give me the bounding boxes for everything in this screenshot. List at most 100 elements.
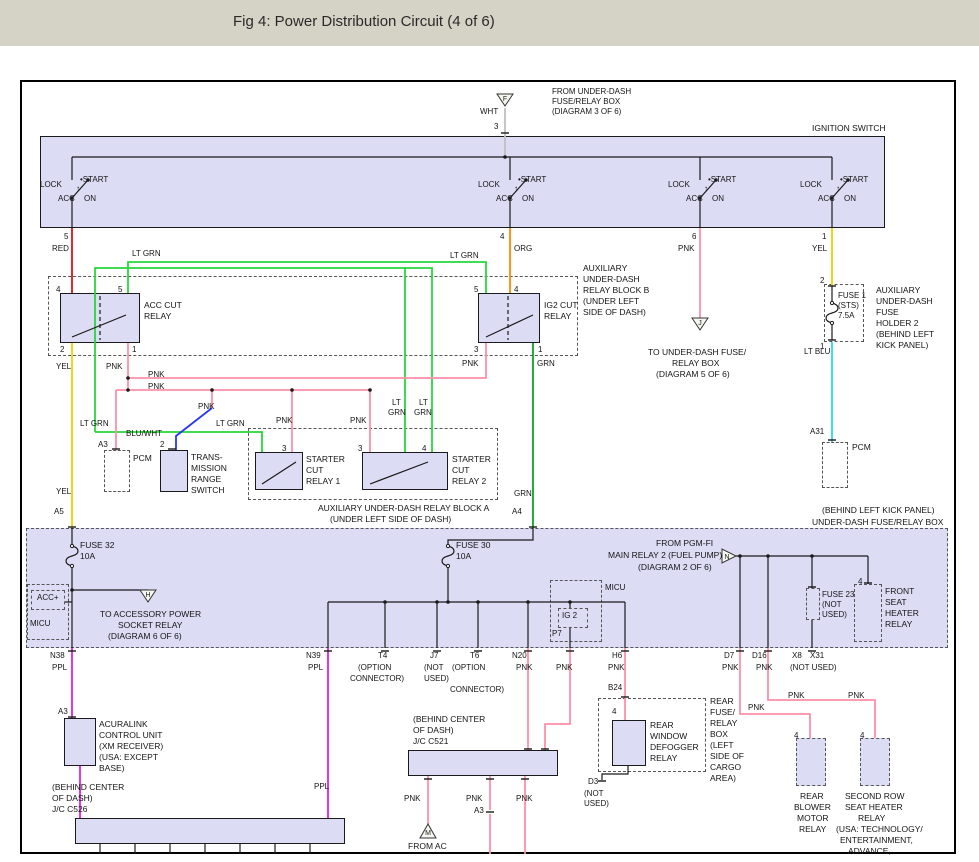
diagram-label: (DIAGRAM 2 OF 6) (638, 563, 712, 572)
diagram-label: YEL (56, 363, 71, 371)
diagram-label: ON (712, 195, 724, 203)
diagram-label: 2 (60, 346, 64, 354)
diagram-label: BASE) (99, 764, 125, 773)
diagram-label: (STS) (838, 302, 859, 310)
diagram-label: REAR (800, 792, 824, 801)
diagram-label: 10A (80, 552, 95, 561)
diagram-label: OF DASH) (413, 726, 454, 735)
diagram-label: LOCK (40, 181, 62, 189)
diagram-label: GRN (514, 490, 532, 498)
diagram-label: (NOT USED) (790, 664, 837, 672)
diagram-label: (BEHIND LEFT KICK PANEL) (822, 506, 935, 515)
diagram-label: N39 (306, 652, 321, 660)
diagram-label: ACC+ (37, 594, 59, 602)
diagram-label: MAIN RELAY 2 (FUEL PUMP) (608, 551, 722, 560)
diagram-label: (DIAGRAM 3 OF 6) (552, 108, 621, 116)
diagram-label: ↑ (76, 185, 80, 193)
diagram-label: 4 (500, 233, 504, 241)
diagram-label: 2 (160, 441, 164, 449)
diagram-label: IGNITION SWITCH (812, 124, 886, 133)
diagram-label: PNK (516, 795, 532, 803)
diagram-label: RELAY (710, 719, 737, 728)
diagram-label: (BEHIND LEFT (876, 330, 934, 339)
diagram-label: ACC (818, 195, 835, 203)
diagram-label: H6 (612, 652, 622, 660)
diagram-label: FROM PGM-FI (656, 539, 713, 548)
diagram-label: PNK (722, 664, 738, 672)
diagram-label: STARTER (452, 455, 491, 464)
diagram-label: 3 (358, 445, 362, 453)
diagram-label: LT GRN (132, 250, 161, 258)
diagram-label: 4 (612, 708, 616, 716)
diagram-label: MICU (605, 584, 625, 592)
diagram-label: TRANS- (191, 453, 223, 462)
diagram-label: 3 (282, 445, 286, 453)
diagram-label: LT GRN (80, 420, 109, 428)
diagram-label: 4 (422, 445, 426, 453)
diagram-label: 10A (456, 552, 471, 561)
diagram-label: PNK (350, 417, 366, 425)
diagram-label: DEFOGGER (650, 743, 699, 752)
diagram-label: CARGO (710, 763, 741, 772)
diagram-label: PNK (462, 360, 478, 368)
diagram-label: AUXILIARY UNDER-DASH RELAY BLOCK A (318, 504, 489, 513)
diagram-label: 5 (474, 286, 478, 294)
diagram-label: FROM AC (408, 842, 447, 851)
diagram-label: ON (84, 195, 96, 203)
diagram-label: 1 (132, 346, 136, 354)
diagram-label: 4 (794, 732, 798, 740)
diagram-label: PNK (404, 795, 420, 803)
diagram-label: SIDE OF (710, 752, 744, 761)
diagram-label: ACC (686, 195, 703, 203)
diagram-label: 4 (56, 286, 60, 294)
diagram-label: (OPTION (452, 664, 485, 672)
diagram-label: PNK (198, 403, 214, 411)
diagram-label: CONTROL UNIT (99, 731, 162, 740)
diagram-label: RELAY 1 (306, 477, 340, 486)
diagram-label: N38 (50, 652, 65, 660)
diagram-label: UNDER-DASH (583, 275, 640, 284)
diagram-label: A3 (474, 807, 484, 815)
diagram-label: •START (80, 176, 108, 184)
diagram-label: J7 (430, 652, 438, 660)
diagram-label: LOCK (478, 181, 500, 189)
diagram-label: (LEFT (710, 741, 734, 750)
diagram-label: RELAY (544, 312, 571, 321)
diagram-label: T4 (378, 652, 387, 660)
diagram-label: GRN (388, 409, 406, 417)
diagram-label: ACC CUT (144, 301, 182, 310)
diagram-label: A31 (810, 428, 824, 436)
diagram-label: 6 (692, 233, 696, 241)
diagram-label: YEL (56, 488, 71, 496)
diagram-label: PPL (52, 664, 67, 672)
diagram-label: KICK PANEL) (876, 341, 928, 350)
diagram-label: FRONT (885, 587, 914, 596)
diagram-label: CUT (306, 466, 323, 475)
diagram-label: PNK (516, 664, 532, 672)
diagram-label: (NOT (424, 664, 444, 672)
diagram-label: A4 (512, 508, 522, 516)
diagram-label: 5 (118, 286, 122, 294)
diagram-label: CONNECTOR) (450, 686, 504, 694)
diagram-label: UNDER-DASH FUSE/RELAY BOX (812, 518, 943, 527)
diagram-label: GRN (414, 409, 432, 417)
diagram-label: HEATER (885, 609, 919, 618)
diagram-label: D7 (724, 652, 734, 660)
diagram-label: PNK (106, 363, 122, 371)
diagram-label: FUSE 23 (822, 591, 854, 599)
diagram-label: AREA) (710, 774, 736, 783)
diagram-label: 4 (858, 578, 862, 586)
diagram-label: IG2 CUT (544, 301, 578, 310)
diagram-label: ACURALINK (99, 720, 148, 729)
diagram-label: LOCK (800, 181, 822, 189)
diagram-label: ↑ (704, 185, 708, 193)
diagram-label: OF DASH) (52, 794, 93, 803)
diagram-label: PNK (756, 664, 772, 672)
diagram-label: TO ACCESSORY POWER (100, 610, 201, 619)
diagram-label: RED (52, 245, 69, 253)
diagram-label: RELAY BLOCK B (583, 286, 649, 295)
diagram-label: ACC (496, 195, 513, 203)
diagram-label: SECOND ROW (845, 792, 905, 801)
diagram-label: PNK (148, 371, 164, 379)
diagram-label: B24 (608, 684, 622, 692)
